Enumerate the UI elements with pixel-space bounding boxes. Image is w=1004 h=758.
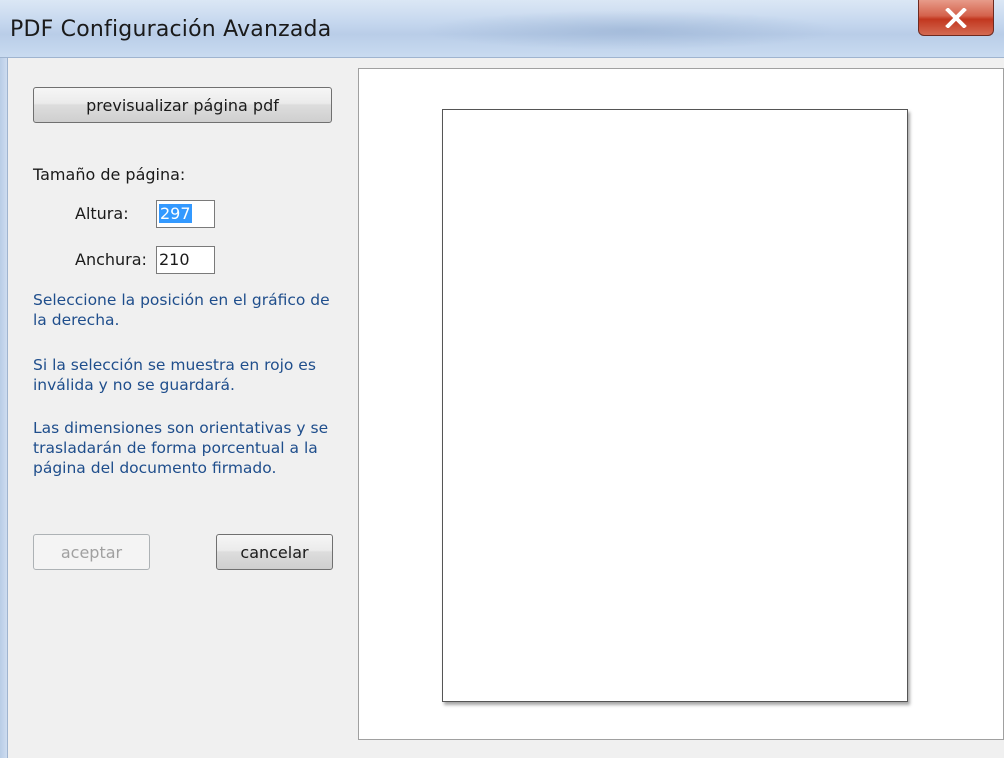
height-input-value: 297 xyxy=(159,204,192,223)
close-button[interactable] xyxy=(918,0,994,36)
title-bar[interactable]: PDF Configuración Avanzada xyxy=(0,0,1004,58)
info-dimensions: Las dimensiones son orientativas y se tr… xyxy=(33,419,329,477)
preview-pdf-page-button[interactable]: previsualizar página pdf xyxy=(33,87,332,123)
width-input[interactable]: 210 xyxy=(156,246,215,274)
height-label: Altura: xyxy=(75,204,129,223)
width-label: Anchura: xyxy=(75,250,147,269)
close-icon xyxy=(945,7,967,28)
width-input-value: 210 xyxy=(159,250,190,269)
pdf-advanced-settings-window: PDF Configuración Avanzada previsualizar… xyxy=(0,0,1004,758)
height-input[interactable]: 297 xyxy=(156,200,215,228)
cancel-button[interactable]: cancelar xyxy=(216,534,333,570)
info-select-position: Seleccione la posición en el gráfico de … xyxy=(33,291,330,329)
page-preview-panel xyxy=(358,68,1004,740)
info-red-invalid: Si la selección se muestra en rojo es in… xyxy=(33,356,316,394)
window-frame-left xyxy=(0,58,8,758)
window-title: PDF Configuración Avanzada xyxy=(10,17,332,42)
accept-button[interactable]: aceptar xyxy=(33,534,150,570)
page-size-label: Tamaño de página: xyxy=(33,165,186,184)
page-preview-canvas[interactable] xyxy=(442,109,908,702)
